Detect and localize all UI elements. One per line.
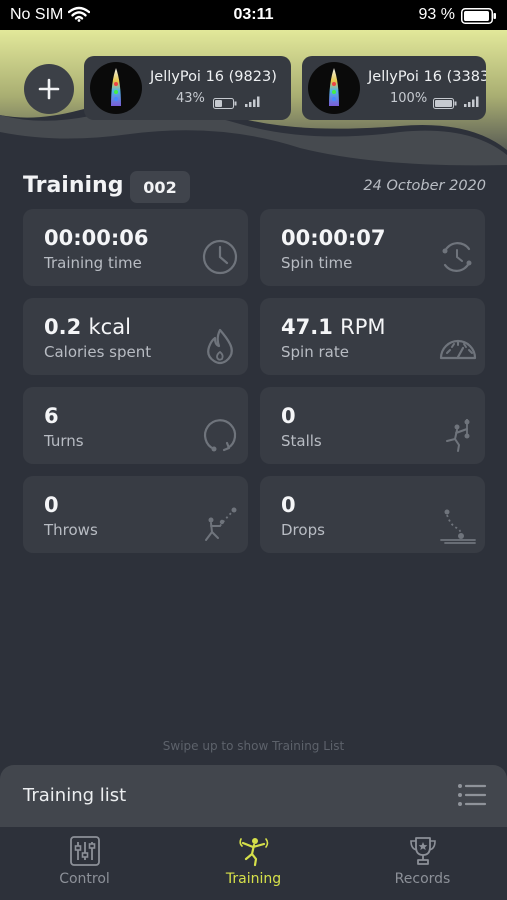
- session-number-badge: 002: [130, 171, 190, 203]
- stat-label: Training time: [44, 254, 142, 272]
- stat-card-spin-rate: 47.1 RPM Spin rate: [260, 298, 485, 375]
- device-name: JellyPoi 16 (3383): [368, 69, 486, 85]
- device-battery-percent: 43%: [176, 91, 205, 106]
- stat-label: Turns: [44, 432, 84, 450]
- session-date: 24 October 2020: [363, 178, 486, 194]
- throw-figure-icon: [205, 507, 237, 541]
- device-battery-icon: [433, 94, 457, 113]
- stat-label: Calories spent: [44, 343, 152, 361]
- stat-label: Stalls: [281, 432, 322, 450]
- stat-value: 0: [281, 404, 296, 428]
- stat-value: 47.1 RPM: [281, 315, 386, 339]
- stat-card-turns: 6 Turns: [23, 387, 248, 464]
- plus-icon: [38, 78, 60, 100]
- tab-control[interactable]: Control: [0, 827, 169, 900]
- device-card[interactable]: JellyPoi 16 (3383) 100%: [302, 56, 486, 120]
- stat-value: 0: [281, 493, 296, 517]
- stat-value: 0.2 kcal: [44, 315, 131, 339]
- device-name: JellyPoi 16 (9823): [150, 69, 277, 85]
- stat-card-stalls: 0 Stalls: [260, 387, 485, 464]
- stat-label: Spin time: [281, 254, 353, 272]
- signal-strength-icon: [245, 92, 261, 111]
- sliders-icon: [69, 836, 100, 866]
- stat-value: 0: [44, 493, 59, 517]
- device-card[interactable]: JellyPoi 16 (9823) 43%: [84, 56, 291, 120]
- training-list-drawer[interactable]: Training list: [0, 765, 507, 827]
- tab-label: Control: [59, 871, 110, 887]
- trophy-icon: [409, 837, 436, 865]
- add-device-button[interactable]: [24, 64, 74, 114]
- battery-icon: [461, 8, 497, 29]
- device-battery-percent: 100%: [390, 91, 428, 106]
- tab-label: Records: [394, 871, 451, 887]
- stat-card-training-time: 00:00:06 Training time: [23, 209, 248, 286]
- stat-label: Drops: [281, 521, 325, 539]
- stat-value: 00:00:06: [44, 226, 149, 250]
- stat-value: 00:00:07: [281, 226, 386, 250]
- device-battery-icon: [213, 94, 237, 113]
- stat-card-spin-time: 00:00:07 Spin time: [260, 209, 485, 286]
- drop-icon: [440, 509, 476, 544]
- turn-icon: [204, 419, 237, 452]
- status-bar: No SIM 03:11 93 %: [0, 0, 507, 30]
- stat-card-throws: 0 Throws: [23, 476, 248, 553]
- swipe-hint: Swipe up to show Training List: [162, 739, 345, 753]
- training-list-title: Training list: [23, 785, 127, 806]
- tab-training[interactable]: Training: [169, 827, 338, 900]
- page-title: Training: [23, 173, 124, 198]
- poi-device-thumbnail: [90, 62, 142, 114]
- stat-label: Spin rate: [281, 343, 349, 361]
- tab-records[interactable]: Records: [338, 827, 507, 900]
- speedometer-icon: [439, 339, 477, 360]
- signal-strength-icon: [464, 92, 480, 111]
- stat-card-calories: 0.2 kcal Calories spent: [23, 298, 248, 375]
- dancer-icon: [238, 838, 268, 867]
- poi-device-thumbnail: [308, 62, 360, 114]
- clock-icon: [202, 239, 238, 275]
- stat-label: Throws: [44, 521, 98, 539]
- tab-label: Training: [225, 871, 282, 887]
- battery-percent: 93 %: [418, 6, 455, 23]
- spin-timer-icon: [442, 242, 472, 272]
- stat-value: 6: [44, 404, 59, 428]
- tab-bar: Control Training Records: [0, 827, 507, 900]
- flame-icon: [207, 328, 233, 365]
- stat-card-drops: 0 Drops: [260, 476, 485, 553]
- stall-figure-icon: [446, 419, 470, 452]
- list-icon[interactable]: [457, 782, 487, 808]
